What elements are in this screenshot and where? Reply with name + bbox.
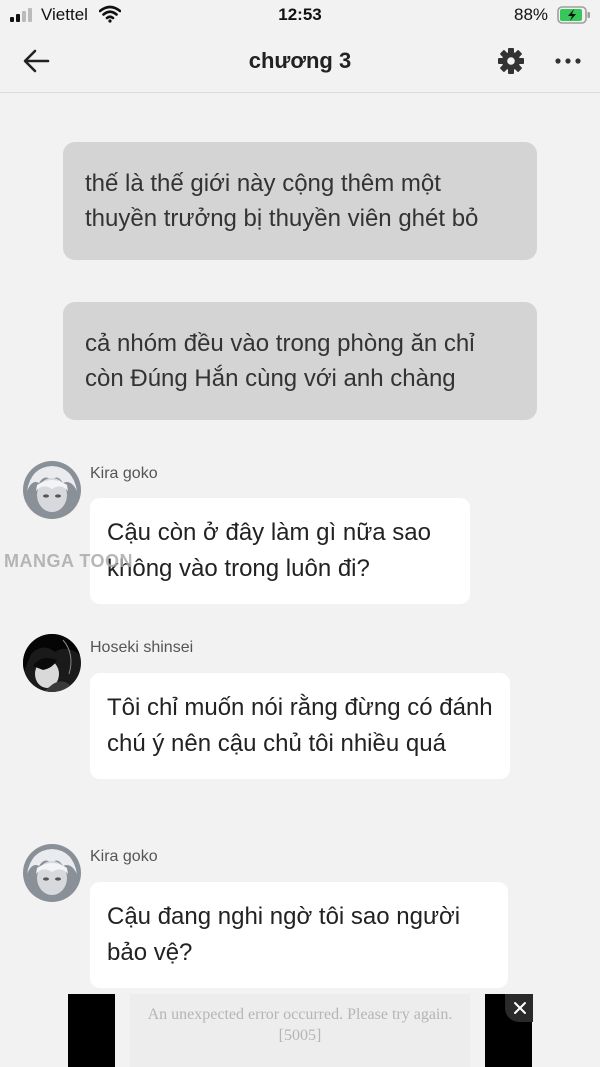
ad-error-message: An unexpected error occurred. Please try… — [147, 1006, 453, 1044]
ad-close-button[interactable] — [505, 994, 533, 1022]
chat-bubble: Cậu còn ở đây làm gì nữa sao không vào t… — [90, 498, 470, 604]
avatar[interactable] — [23, 634, 81, 692]
battery-percentage: 88% — [514, 5, 549, 24]
chapter-header: chương 3 — [0, 32, 600, 93]
close-icon — [514, 1002, 526, 1014]
username: Hoseki shinsei — [90, 639, 194, 656]
avatar[interactable] — [23, 844, 81, 902]
user-avatar-image — [23, 461, 81, 519]
watermark: MANGA TOON — [4, 551, 133, 571]
user-avatar-image — [23, 844, 81, 902]
avatar[interactable] — [23, 461, 81, 519]
more-horizontal-icon[interactable] — [553, 47, 583, 75]
chat-bubble: Tôi chỉ muốn nói rằng đừng có đánh chú ý… — [90, 673, 510, 779]
narration-bubble: cả nhóm đều vào trong phòng ăn chỉ còn Đ… — [63, 302, 537, 420]
ad-side-panel — [68, 994, 115, 1067]
username: Kira goko — [90, 848, 158, 865]
username: Kira goko — [90, 465, 158, 482]
battery-charging-icon — [557, 6, 590, 24]
clock: 12:53 — [278, 5, 322, 24]
chat-bubble: Cậu đang nghi ngờ tôi sao người bảo vệ? — [90, 882, 508, 988]
ad-banner[interactable]: An unexpected error occurred. Please try… — [130, 994, 470, 1067]
gear-icon[interactable] — [497, 47, 525, 75]
narration-bubble: thế là thế giới này cộng thêm một thuyền… — [63, 142, 537, 260]
status-bar: Viettel 12:53 88% — [0, 0, 600, 32]
user-avatar-image — [23, 634, 81, 692]
